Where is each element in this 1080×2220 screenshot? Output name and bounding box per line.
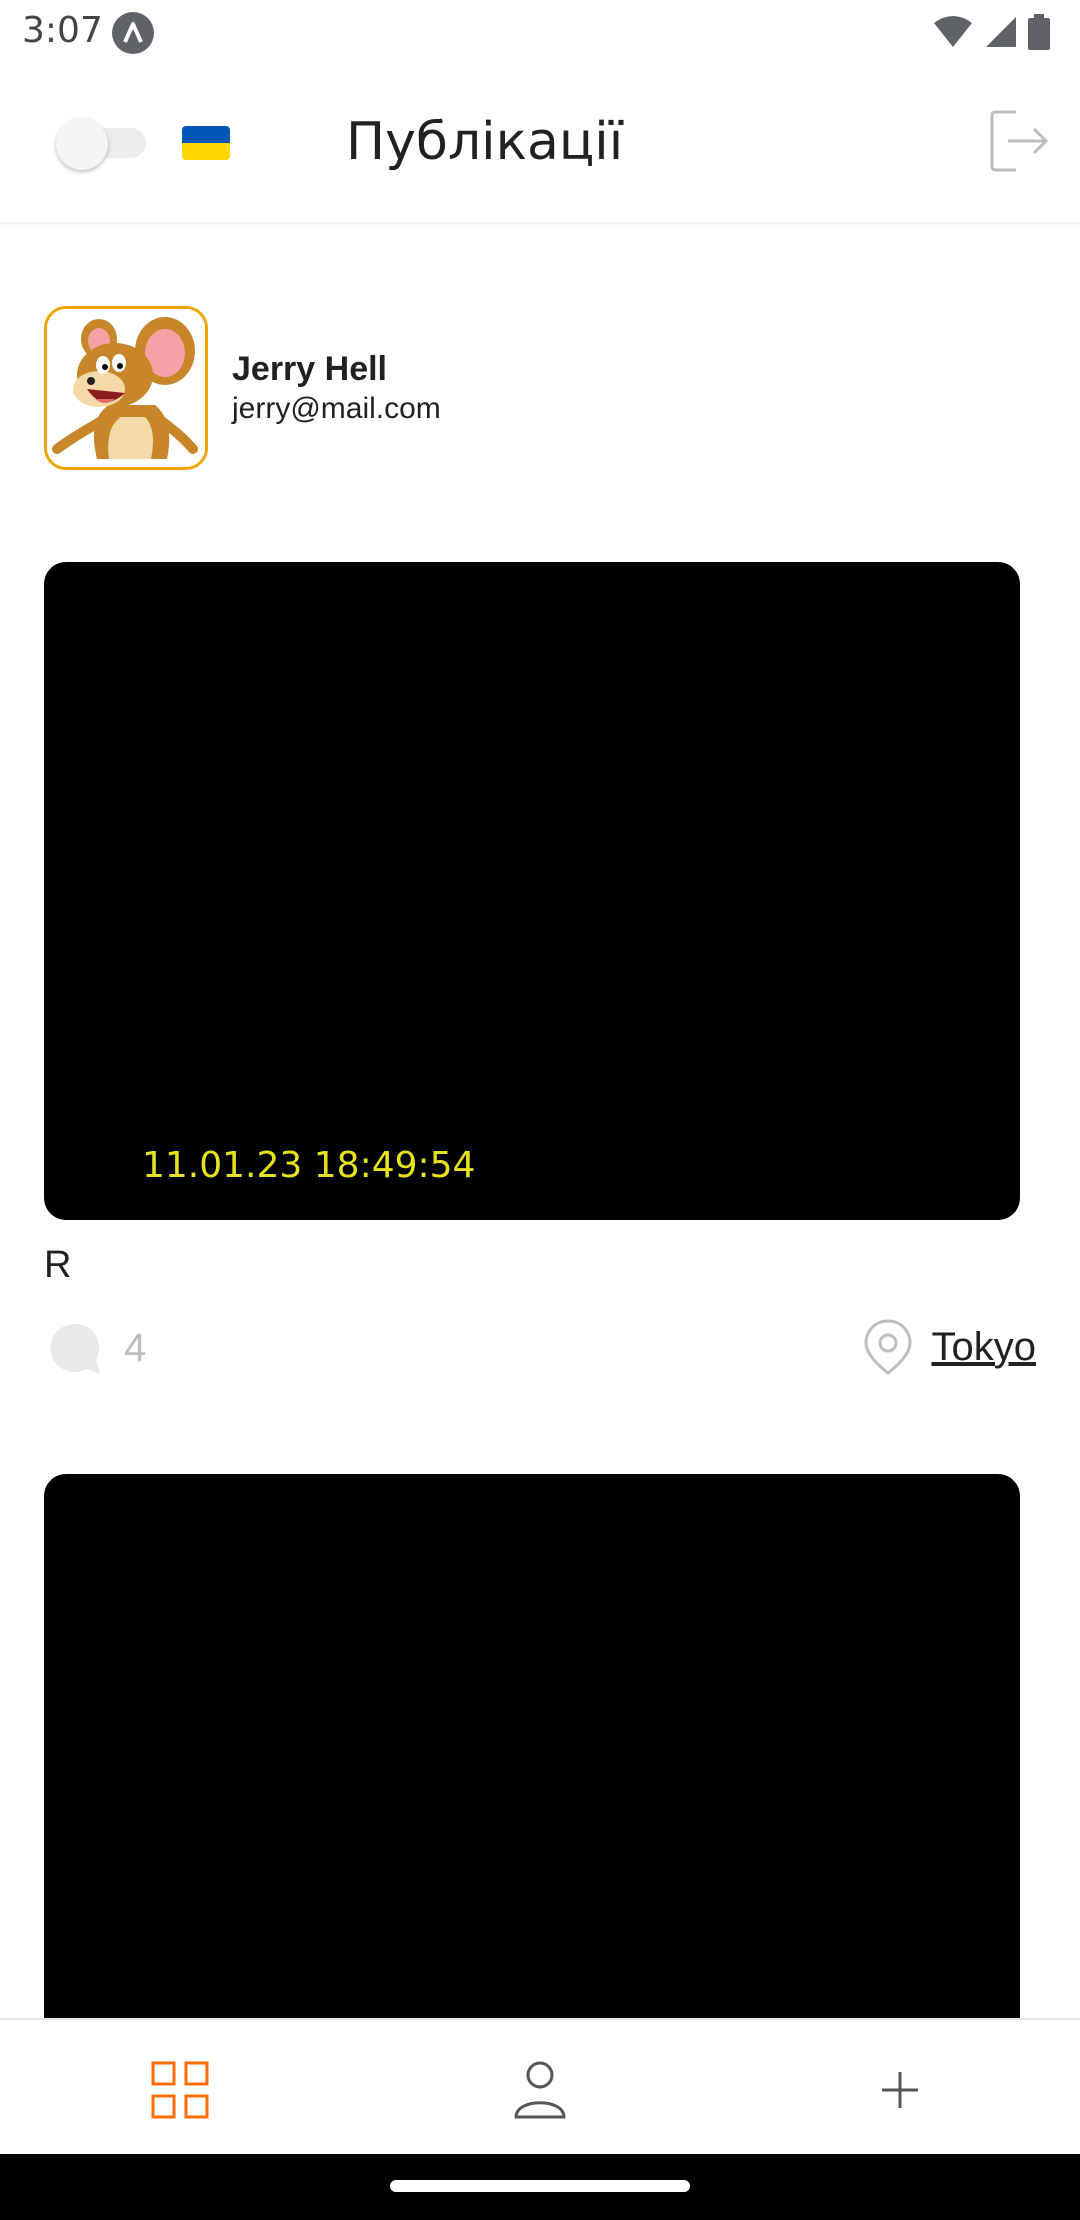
comments-count: 4 <box>124 1325 147 1370</box>
theme-toggle[interactable] <box>56 118 148 170</box>
plus-icon[interactable] <box>870 2060 930 2120</box>
jerry-avatar-image <box>47 309 205 467</box>
signal-icon <box>986 17 1016 47</box>
avatar[interactable] <box>44 306 208 470</box>
battery-icon <box>1028 14 1050 50</box>
profile-name: Jerry Hell <box>232 350 387 388</box>
ukraine-flag-icon[interactable] <box>182 126 230 160</box>
system-navigation-bar <box>0 2154 1080 2220</box>
location-link[interactable]: Tokyo <box>862 1318 1037 1376</box>
home-gesture-handle[interactable] <box>390 2180 690 2192</box>
app-header: Публікації <box>0 66 1080 224</box>
comments-button[interactable]: 4 <box>46 1320 146 1376</box>
grid-icon[interactable] <box>150 2060 210 2120</box>
status-icons <box>932 14 1050 50</box>
page-title: Публікації <box>346 112 624 172</box>
user-icon[interactable] <box>510 2060 570 2120</box>
status-time: 3:07 <box>22 10 103 51</box>
wifi-icon <box>934 16 972 47</box>
toggle-thumb <box>56 118 108 170</box>
status-bar: 3:07 <box>0 0 1080 66</box>
bottom-tab-bar <box>0 2018 1080 2156</box>
post-image[interactable] <box>44 1474 1020 2074</box>
post-timestamp: 11.01.23 18:49:54 <box>142 1145 476 1186</box>
post-image[interactable]: 11.01.23 18:49:54 <box>44 562 1020 1220</box>
map-pin-icon <box>863 1319 912 1375</box>
profile-email: jerry@mail.com <box>232 392 441 425</box>
post-title: R <box>44 1244 72 1286</box>
comment-icon <box>50 1323 100 1374</box>
location-text[interactable]: Tokyo <box>932 1325 1037 1370</box>
app-notification-icon <box>112 12 154 54</box>
logout-icon[interactable] <box>990 108 1050 174</box>
